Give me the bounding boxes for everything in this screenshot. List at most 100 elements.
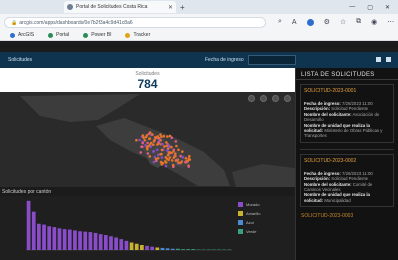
request-point[interactable] <box>170 145 173 149</box>
request-point[interactable] <box>168 156 172 159</box>
request-point[interactable] <box>147 132 151 136</box>
request-point[interactable] <box>143 139 147 142</box>
request-point[interactable] <box>163 145 166 148</box>
bar[interactable] <box>155 247 160 251</box>
request-point[interactable] <box>172 148 176 152</box>
extensions-icon[interactable]: ⚙ <box>324 18 330 26</box>
request-point[interactable] <box>187 165 190 168</box>
legend-item[interactable]: Amarillo <box>238 211 294 216</box>
request-point[interactable] <box>186 159 190 163</box>
more-icon[interactable]: ⋯ <box>387 18 394 26</box>
request-point[interactable] <box>177 161 180 164</box>
bookmark-item[interactable]: ArcGIS <box>10 32 34 38</box>
request-point[interactable] <box>188 154 191 158</box>
request-point[interactable] <box>148 155 152 158</box>
browser-tab[interactable]: Portal de Solicitudes Costa Rica ✕ <box>64 1 176 13</box>
request-point[interactable] <box>161 161 165 165</box>
bar[interactable] <box>37 223 41 250</box>
request-point[interactable] <box>139 151 143 154</box>
map-home-icon[interactable] <box>284 95 291 102</box>
request-point[interactable] <box>160 135 163 138</box>
request-point[interactable] <box>162 134 166 138</box>
bar[interactable] <box>191 249 196 250</box>
map-search-icon[interactable] <box>248 95 255 102</box>
bar[interactable] <box>181 249 185 250</box>
tab-close-icon[interactable]: ✕ <box>168 4 173 11</box>
zoom-icon[interactable]: ⌕ <box>278 18 282 26</box>
request-point[interactable] <box>146 141 149 145</box>
bar[interactable] <box>119 239 124 250</box>
bar[interactable] <box>140 245 144 250</box>
map-basemap-icon[interactable] <box>272 95 279 102</box>
request-point[interactable] <box>166 149 169 152</box>
bar[interactable] <box>124 240 129 250</box>
request-point[interactable] <box>160 156 164 159</box>
favorites-icon[interactable]: ☆ <box>340 18 346 26</box>
request-point[interactable] <box>144 144 147 147</box>
bar[interactable] <box>103 235 108 250</box>
menu-icon[interactable] <box>386 57 391 62</box>
bar[interactable] <box>114 237 118 251</box>
bar[interactable] <box>93 232 98 250</box>
request-point[interactable] <box>156 148 159 152</box>
request-point[interactable] <box>135 138 138 142</box>
date-filter-input[interactable] <box>248 55 296 65</box>
request-point[interactable] <box>166 153 170 157</box>
bookmark-item[interactable]: Portal <box>48 32 69 38</box>
bar[interactable] <box>129 242 134 251</box>
request-point[interactable] <box>184 157 188 160</box>
bar[interactable] <box>134 243 139 250</box>
bookmark-item[interactable]: Power BI <box>83 32 111 38</box>
request-point[interactable] <box>140 145 143 149</box>
legend-item[interactable]: Morado <box>238 202 294 207</box>
profile-sync-icon[interactable] <box>306 18 314 26</box>
bar[interactable] <box>88 232 93 250</box>
bar[interactable] <box>150 246 155 250</box>
bar[interactable] <box>186 249 191 250</box>
request-point[interactable] <box>156 143 159 146</box>
request-point[interactable] <box>179 154 182 158</box>
request-point[interactable] <box>181 150 184 153</box>
request-point[interactable] <box>157 141 160 144</box>
minimize-icon[interactable]: — <box>349 4 355 11</box>
request-point[interactable] <box>177 148 180 152</box>
request-point[interactable] <box>157 136 161 140</box>
bar[interactable] <box>176 248 180 250</box>
request-point[interactable] <box>166 135 169 138</box>
request-point[interactable] <box>149 145 153 148</box>
bar[interactable] <box>52 227 57 250</box>
bar[interactable] <box>67 229 72 250</box>
request-point[interactable] <box>171 163 175 167</box>
request-point[interactable] <box>174 152 177 155</box>
request-point[interactable] <box>154 157 158 161</box>
bar[interactable] <box>145 245 149 250</box>
request-point[interactable] <box>141 141 144 145</box>
bar[interactable] <box>47 226 52 250</box>
request-point[interactable] <box>170 159 174 162</box>
new-tab-icon[interactable]: + <box>180 3 185 12</box>
request-point[interactable] <box>152 160 156 164</box>
request-card[interactable]: SOLICITUD-2023-0001 Fecha de ingreso: 7/… <box>300 84 394 143</box>
request-point[interactable] <box>153 138 156 142</box>
request-point[interactable] <box>141 134 145 137</box>
request-point[interactable] <box>148 137 151 141</box>
request-card[interactable]: SOLICITUD-2023-0002 Fecha de ingreso: 7/… <box>300 153 394 208</box>
request-point[interactable] <box>164 156 168 159</box>
request-point[interactable] <box>165 144 168 148</box>
bar[interactable] <box>98 234 103 250</box>
request-point[interactable] <box>154 136 157 139</box>
legend-item[interactable]: Verde <box>238 229 294 234</box>
url-field[interactable]: 🔒 arcgis.com/apps/dashboards/0e7b2f3a4c9d… <box>4 16 266 28</box>
bar[interactable] <box>160 247 165 250</box>
request-point[interactable] <box>149 141 153 145</box>
request-point[interactable] <box>174 154 177 158</box>
request-point[interactable] <box>146 152 150 155</box>
profile-icon[interactable]: ◉ <box>371 18 377 26</box>
request-point[interactable] <box>147 144 150 148</box>
bar[interactable] <box>83 231 88 250</box>
request-point[interactable] <box>184 160 187 164</box>
bar[interactable] <box>42 224 46 250</box>
request-id-next[interactable]: SOLICITUD-2023-0003 <box>301 213 393 219</box>
request-point[interactable] <box>168 151 172 154</box>
map-view[interactable] <box>0 92 295 187</box>
